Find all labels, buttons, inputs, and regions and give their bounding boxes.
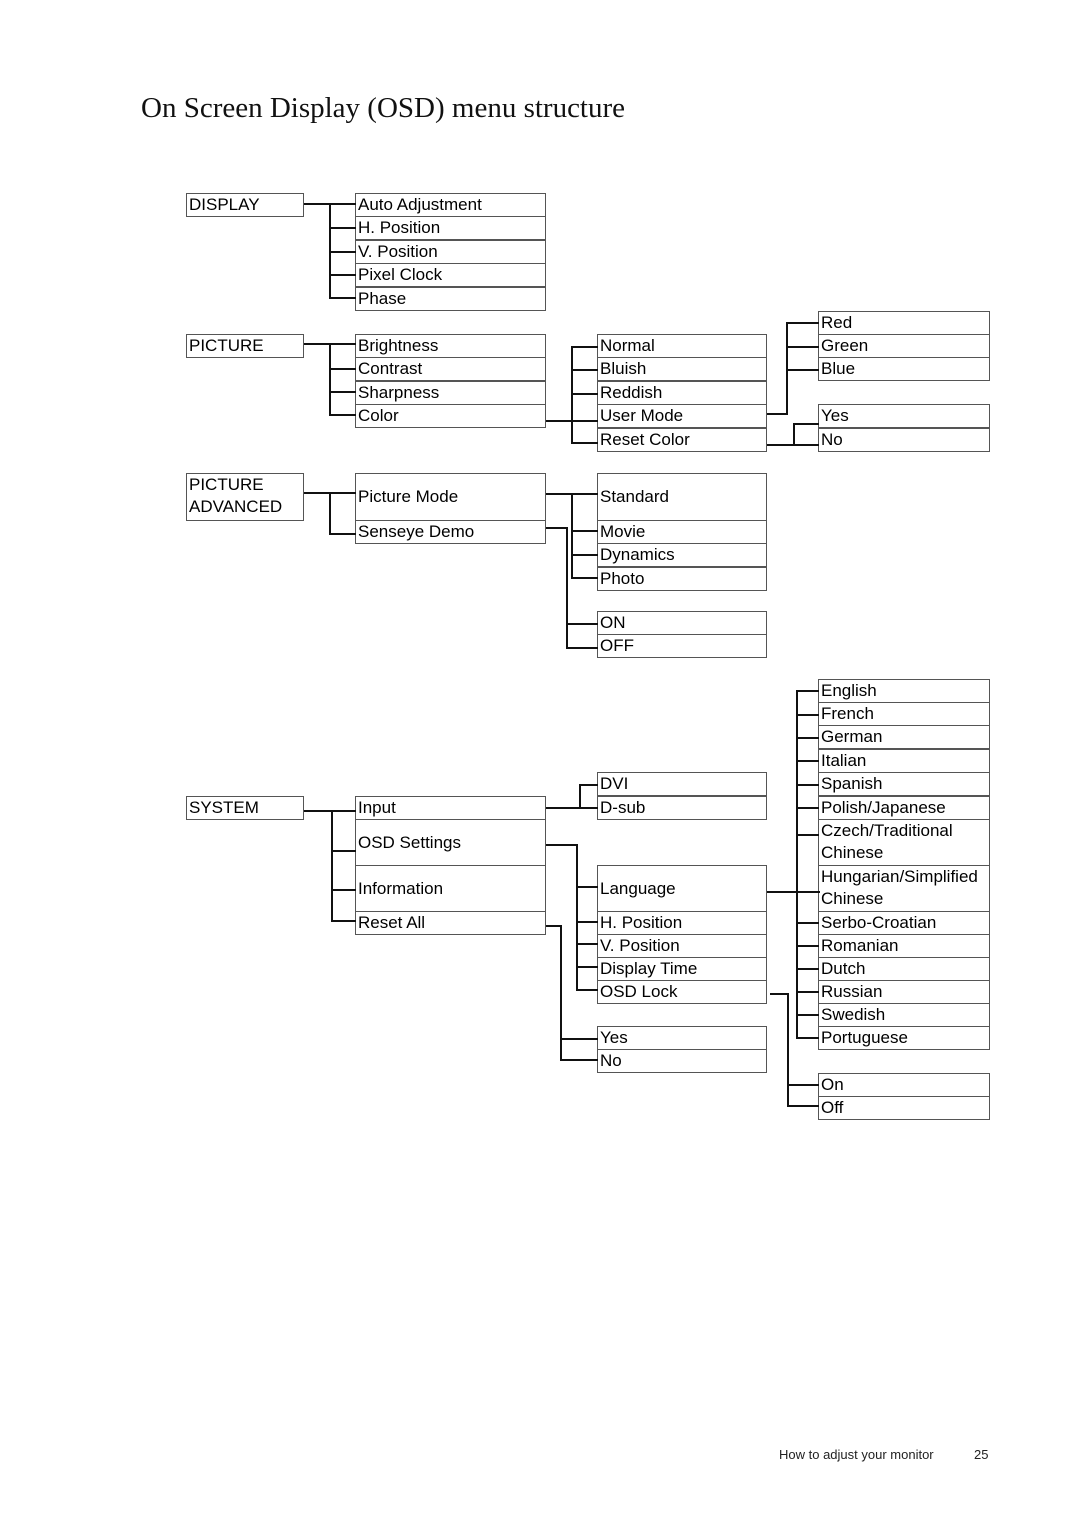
- osd-settings-option-osd-lock: OSD Lock: [597, 980, 767, 1004]
- reset-all-option-no: No: [597, 1049, 767, 1073]
- osd-settings-option-v-position: V. Position: [597, 934, 767, 958]
- language-option-french: French: [818, 702, 990, 726]
- senseye-demo-option-off: OFF: [597, 634, 767, 658]
- osd-settings-option-display-time: Display Time: [597, 957, 767, 981]
- reset-all-option-yes: Yes: [597, 1026, 767, 1050]
- input-option-d-sub: D-sub: [597, 796, 767, 820]
- osd-settings-option-language: Language: [597, 865, 767, 912]
- osd-lock-option-on: On: [818, 1073, 990, 1097]
- system-item-input: Input: [355, 796, 546, 820]
- footer-page-number: 25: [974, 1447, 989, 1462]
- language-option-romanian: Romanian: [818, 934, 990, 958]
- user-mode-option-green: Green: [818, 334, 990, 358]
- picture-mode-option-photo: Photo: [597, 567, 767, 591]
- picture-advanced-item-senseye-demo: Senseye Demo: [355, 520, 546, 544]
- language-option-russian: Russian: [818, 980, 990, 1004]
- menu-picture-advanced: PICTURE ADVANCED: [186, 473, 304, 521]
- language-option-dutch: Dutch: [818, 957, 990, 981]
- picture-mode-option-dynamics: Dynamics: [597, 543, 767, 567]
- menu-picture: PICTURE: [186, 334, 304, 358]
- footer-section-title: How to adjust your monitor: [779, 1447, 934, 1462]
- language-option-portuguese: Portuguese: [818, 1026, 990, 1050]
- user-mode-option-red: Red: [818, 311, 990, 335]
- language-option-czech-traditional-chinese: Czech/Traditional Chinese: [818, 819, 990, 866]
- color-option-reddish: Reddish: [597, 381, 767, 405]
- display-item-phase: Phase: [355, 287, 546, 311]
- color-option-user-mode: User Mode: [597, 404, 767, 428]
- system-item-reset-all: Reset All: [355, 911, 546, 935]
- language-option-swedish: Swedish: [818, 1003, 990, 1027]
- page-title: On Screen Display (OSD) menu structure: [141, 92, 626, 124]
- reset-color-option-no: No: [818, 428, 990, 452]
- menu-picture-advanced-line1: PICTURE: [189, 475, 264, 494]
- picture-item-sharpness: Sharpness: [355, 381, 546, 405]
- display-item-h-position: H. Position: [355, 216, 546, 240]
- user-mode-option-blue: Blue: [818, 357, 990, 381]
- picture-advanced-item-picture-mode: Picture Mode: [355, 473, 546, 521]
- system-item-osd-settings: OSD Settings: [355, 819, 546, 866]
- language-option-serbo-croatian: Serbo-Croatian: [818, 911, 990, 935]
- osd-lock-option-off: Off: [818, 1096, 990, 1120]
- language-option-hungarian-simplified-chinese: Hungarian/Simplified Chinese: [818, 865, 990, 912]
- menu-system: SYSTEM: [186, 796, 304, 820]
- display-item-auto-adjustment: Auto Adjustment: [355, 193, 546, 217]
- picture-item-contrast: Contrast: [355, 357, 546, 381]
- reset-color-option-yes: Yes: [818, 404, 990, 428]
- language-option-german: German: [818, 725, 990, 749]
- picture-item-color: Color: [355, 404, 546, 428]
- senseye-demo-option-on: ON: [597, 611, 767, 635]
- language-option-polish-japanese: Polish/Japanese: [818, 796, 990, 820]
- color-option-bluish: Bluish: [597, 357, 767, 381]
- language-option-english: English: [818, 679, 990, 703]
- picture-item-brightness: Brightness: [355, 334, 546, 358]
- menu-picture-advanced-line2: ADVANCED: [189, 497, 283, 516]
- picture-mode-option-movie: Movie: [597, 520, 767, 544]
- system-item-information: Information: [355, 865, 546, 912]
- color-option-normal: Normal: [597, 334, 767, 358]
- language-option-italian: Italian: [818, 749, 990, 773]
- input-option-dvi: DVI: [597, 772, 767, 796]
- display-item-pixel-clock: Pixel Clock: [355, 263, 546, 287]
- osd-settings-option-h-position: H. Position: [597, 911, 767, 935]
- menu-display: DISPLAY: [186, 193, 304, 217]
- display-item-v-position: V. Position: [355, 240, 546, 264]
- language-option-spanish: Spanish: [818, 772, 990, 796]
- picture-mode-option-standard: Standard: [597, 473, 767, 521]
- color-option-reset-color: Reset Color: [597, 428, 767, 452]
